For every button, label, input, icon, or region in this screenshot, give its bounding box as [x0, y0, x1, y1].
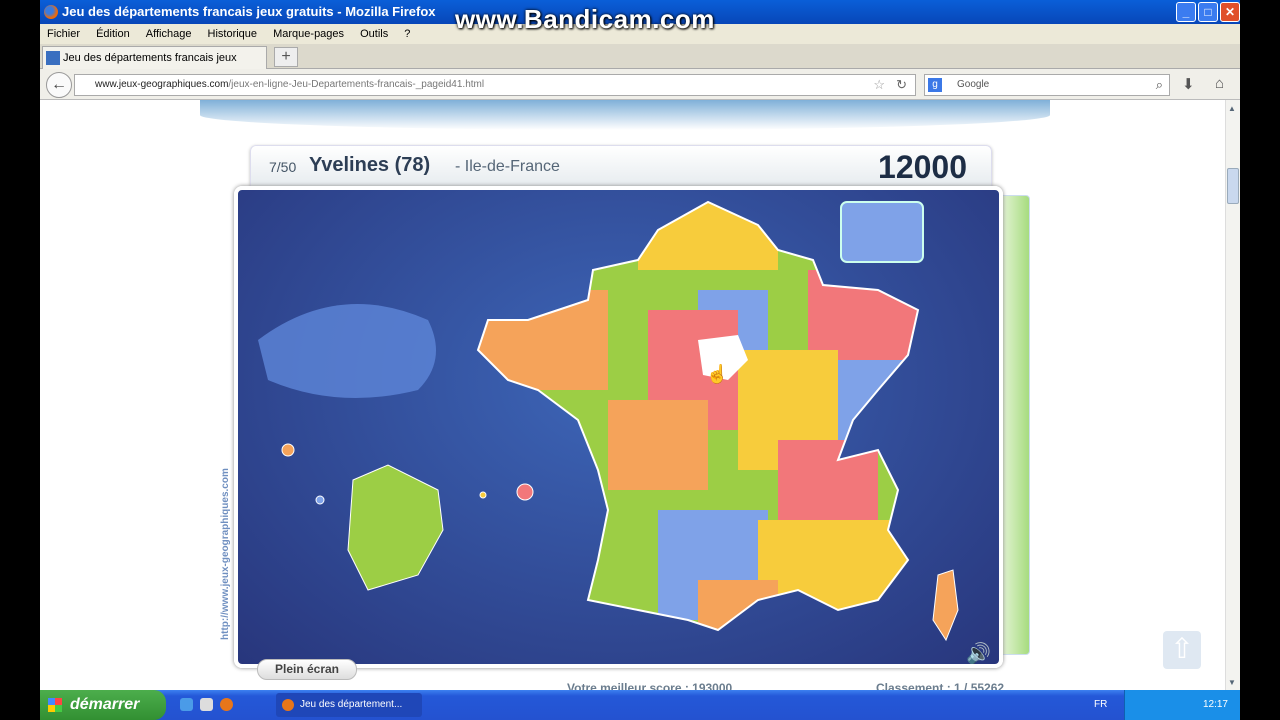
world-inset [258, 304, 436, 398]
system-tray: 12:17 [1124, 690, 1240, 720]
search-icon[interactable]: ⌕ [1156, 75, 1163, 95]
show-desktop-icon[interactable] [200, 698, 213, 711]
guyane[interactable] [347, 464, 444, 591]
download-icon[interactable]: ⬇ [1182, 75, 1195, 93]
corse[interactable] [932, 569, 959, 642]
menu-marque-pages[interactable]: Marque-pages [273, 28, 344, 40]
menu-affichage[interactable]: Affichage [146, 28, 192, 40]
minimize-button[interactable]: _ [1176, 2, 1196, 22]
sound-icon[interactable]: 🔊 [966, 641, 991, 664]
site-banner [200, 100, 1050, 130]
scroll-thumb[interactable] [1227, 168, 1239, 204]
reload-icon[interactable]: ↻ [896, 75, 907, 95]
window-title: Jeu des départements francais jeux gratu… [62, 4, 436, 19]
question-progress: 7/50 [269, 159, 297, 175]
home-icon[interactable]: ⌂ [1215, 75, 1224, 92]
close-button[interactable]: ✕ [1220, 2, 1240, 22]
url-domain: www.jeux-geographiques.com [95, 79, 229, 90]
language-indicator[interactable]: FR [1094, 690, 1107, 720]
browser-window: Jeu des départements francais jeux gratu… [40, 0, 1240, 690]
clock: 12:17 [1202, 699, 1228, 710]
menu-outils[interactable]: Outils [360, 28, 388, 40]
fullscreen-button[interactable]: Plein écran [257, 659, 357, 680]
scroll-top-button[interactable]: ⇧ [1163, 631, 1201, 669]
menu-fichier[interactable]: Fichier [47, 28, 80, 40]
region-name: - Ile-de-France [455, 158, 560, 175]
start-button[interactable]: démarrer [40, 690, 166, 720]
site-link[interactable]: http://www.jeux-geographiques.com [220, 468, 231, 640]
navigation-bar: ← www.jeux-geographiques.com/jeux-en-lig… [40, 69, 1240, 100]
search-placeholder: Google [957, 79, 990, 90]
tab-bar: Jeu des départements francais jeux gratu… [40, 44, 1240, 86]
cursor-icon: ☝ [706, 363, 728, 385]
bookmark-star-icon[interactable]: ☆ [873, 75, 885, 95]
guadeloupe[interactable] [281, 443, 295, 457]
firefox-icon [44, 5, 58, 19]
url-path: /jeux-en-ligne-Jeu-Departements-francais… [228, 79, 485, 90]
taskbar-firefox-window[interactable]: Jeu des département... [276, 693, 422, 717]
site-favicon [46, 51, 60, 65]
france-map[interactable]: 🔊 ☝ [234, 186, 1003, 668]
time-bar [1000, 195, 1030, 655]
menu-help[interactable]: ? [404, 28, 410, 40]
task-label: Jeu des département... [300, 699, 403, 710]
firefox-icon [282, 699, 294, 711]
reunion[interactable] [516, 483, 534, 501]
start-label: démarrer [70, 696, 140, 713]
back-button[interactable]: ← [46, 72, 72, 98]
firefox-quicklaunch-icon[interactable] [220, 698, 233, 711]
menu-historique[interactable]: Historique [208, 28, 258, 40]
idf-zoom-inset[interactable] [840, 201, 924, 263]
question-header: 7/50 Yvelines (78) - Ile-de-France 12000 [250, 145, 992, 187]
menu-edition[interactable]: Édition [96, 28, 130, 40]
martinique[interactable] [315, 495, 325, 505]
current-score: 12000 [878, 149, 967, 185]
tab-active[interactable]: Jeu des départements francais jeux gratu… [42, 46, 267, 86]
url-bar[interactable]: www.jeux-geographiques.com/jeux-en-ligne… [74, 74, 916, 96]
ranking: Classement : 1 / 55262 [876, 681, 1005, 690]
taskbar: démarrer Jeu des département... FR 12:17 [40, 690, 1240, 720]
new-tab-button[interactable]: + [274, 47, 298, 67]
scroll-up-arrow[interactable]: ▲ [1228, 104, 1236, 113]
mayotte[interactable] [479, 491, 487, 499]
scroll-down-arrow[interactable]: ▼ [1228, 678, 1236, 687]
google-icon: g [928, 78, 942, 92]
best-score: Votre meilleur score : 193000 [567, 681, 733, 690]
search-input[interactable]: g Google ⌕ [924, 74, 1170, 96]
departement-name: Yvelines (78) [309, 154, 431, 176]
windows-logo-icon [48, 698, 62, 712]
page-scrollbar[interactable]: ▲ ▼ [1225, 100, 1240, 690]
page-content: 7/50 Yvelines (78) - Ile-de-France 12000 [40, 100, 1225, 690]
bandicam-watermark: www.Bandicam.com [455, 4, 715, 34]
ie-icon[interactable] [180, 698, 193, 711]
maximize-button[interactable]: □ [1198, 2, 1218, 22]
